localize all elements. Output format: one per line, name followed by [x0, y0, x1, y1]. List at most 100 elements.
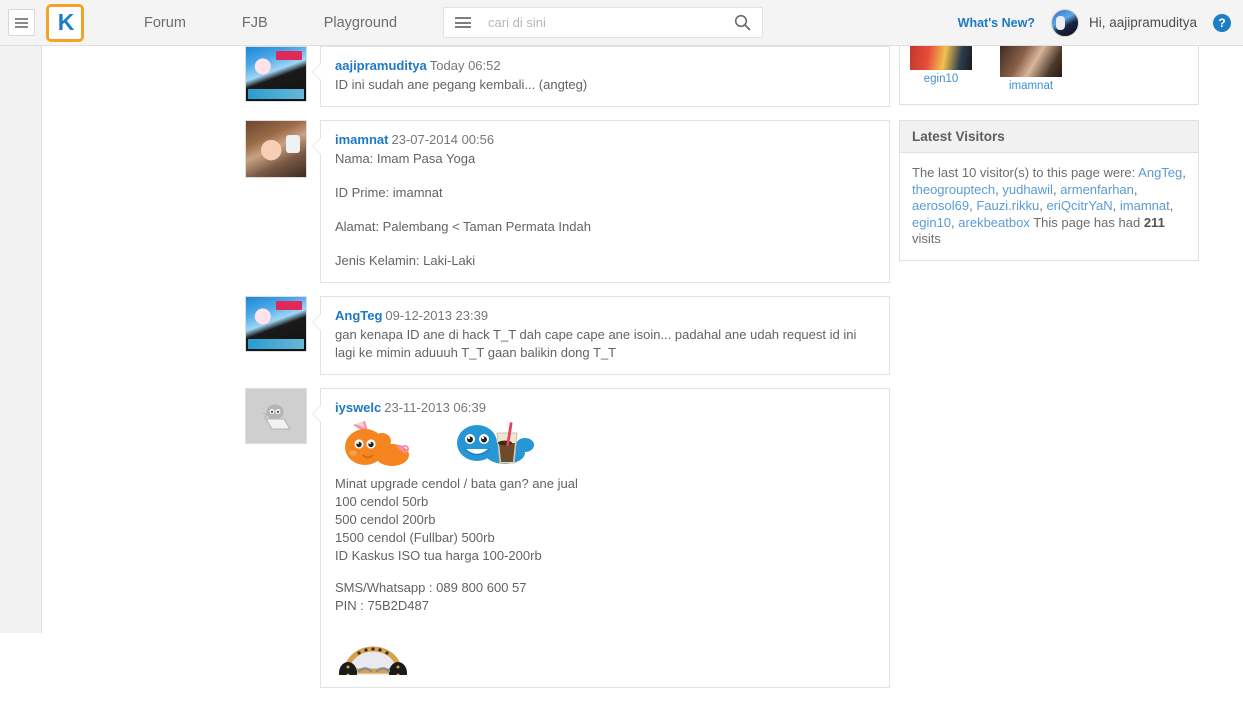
- search-input[interactable]: [482, 9, 723, 36]
- latest-visitors-body: The last 10 visitor(s) to this page were…: [900, 153, 1198, 260]
- cendol-emoticon: [457, 422, 534, 464]
- no-avatar-icon: [262, 404, 291, 430]
- visitor-link[interactable]: eriQcitrYaN: [1046, 198, 1112, 213]
- message-bubble: aajipramuditya Today 06:52 ID ini sudah a…: [312, 46, 890, 107]
- visitor-link[interactable]: egin10: [912, 215, 951, 230]
- visitor-name-link[interactable]: egin10: [910, 73, 972, 85]
- message-line: Minat upgrade cendol / bata gan? ane jua…: [335, 476, 578, 491]
- header-right-cluster: What's New? Hi, aajipramuditya ?: [958, 8, 1243, 37]
- page-body: aajipramuditya Today 06:52 ID ini sudah a…: [0, 46, 1243, 688]
- post-timestamp: 09-12-2013 23:39: [385, 308, 489, 323]
- post-timestamp: 23-07-2014 00:56: [391, 132, 495, 147]
- visits-prefix: This page has had: [1033, 214, 1141, 230]
- avatar[interactable]: [245, 296, 307, 352]
- avatar-image: [910, 46, 972, 70]
- message-body: Minat upgrade cendol / bata gan? ane jua…: [335, 419, 875, 675]
- message-bubble: iyswelc 23-11-2013 06:39 Minat upgrade c…: [312, 388, 890, 688]
- list-item: aajipramuditya Today 06:52 ID ini sudah a…: [245, 46, 890, 107]
- visitor-link[interactable]: yudhawil: [1002, 182, 1053, 197]
- mask-emoticon: [339, 646, 407, 675]
- avatar[interactable]: [245, 46, 307, 102]
- hamburger-icon: [15, 16, 28, 30]
- message-line: SMS/Whatsapp : 089 800 600 57: [335, 580, 527, 595]
- message-line: ID Prime: imamnat: [335, 185, 443, 200]
- message-bubble: imamnat 23-07-2014 00:56 Nama: Imam Pasa …: [312, 120, 890, 283]
- list-item[interactable]: egin10: [910, 46, 972, 92]
- help-icon[interactable]: ?: [1213, 13, 1231, 32]
- site-header: K Forum FJB Playground What's New? Hi, a…: [0, 0, 1243, 46]
- avatar[interactable]: [245, 120, 307, 178]
- message-line: ID ini sudah ane pegang kembali... (angt…: [335, 77, 588, 92]
- visitor-thumbs-box: egin10 imamnat: [899, 46, 1199, 105]
- post-author-link[interactable]: iyswelc: [335, 400, 381, 415]
- message-line: PIN : 75B2D487: [335, 598, 429, 613]
- hamburger-icon: [455, 15, 472, 31]
- avatar-image: [1000, 46, 1062, 77]
- latest-visitors-box: Latest Visitors The last 10 visitor(s) t…: [899, 120, 1199, 261]
- visitor-link[interactable]: aerosol69: [912, 198, 969, 213]
- post-timestamp: Today 06:52: [429, 58, 501, 73]
- post-author-link[interactable]: AngTeg: [335, 308, 382, 323]
- message-body: gan kenapa ID ane di hack T_T dah cape c…: [335, 326, 875, 362]
- visitor-name-link[interactable]: imamnat: [1000, 80, 1062, 92]
- nav-item-forum[interactable]: Forum: [116, 15, 214, 31]
- latest-visitors-title: Latest Visitors: [900, 121, 1198, 153]
- message-meta: iyswelc 23-11-2013 06:39: [335, 399, 875, 417]
- visitor-link[interactable]: imamnat: [1120, 198, 1170, 213]
- nav-item-fjb[interactable]: FJB: [214, 15, 296, 31]
- emoticon-row-bottom: [335, 637, 419, 675]
- message-line: 1500 cendol (Fullbar) 500rb: [335, 530, 495, 545]
- visitor-link[interactable]: theogrouptech: [912, 182, 995, 197]
- main-menu-button[interactable]: [8, 9, 35, 36]
- message-line: Alamat: Palembang < Taman Permata Indah: [335, 219, 591, 234]
- main-nav: Forum FJB Playground: [116, 15, 425, 31]
- bata-emoticon: [345, 421, 409, 466]
- avatar[interactable]: [1050, 8, 1079, 37]
- right-sidebar: egin10 imamnat Latest Visitors The last …: [899, 46, 1199, 276]
- message-line: gan kenapa ID ane di hack T_T dah cape c…: [335, 327, 857, 360]
- message-line: Nama: Imam Pasa Yoga: [335, 151, 476, 166]
- message-bubble: AngTeg 09-12-2013 23:39 gan kenapa ID ane…: [312, 296, 890, 375]
- left-gutter: [0, 46, 42, 633]
- visitor-messages-list: aajipramuditya Today 06:52 ID ini sudah a…: [245, 46, 890, 701]
- visitor-link[interactable]: arekbeatbox: [958, 215, 1030, 230]
- latest-visitors-intro: The last 10 visitor(s) to this page were…: [912, 165, 1136, 180]
- list-item[interactable]: imamnat: [1000, 46, 1062, 92]
- default-avatar-image: [246, 389, 306, 443]
- search-submit-button[interactable]: [722, 8, 762, 37]
- visits-count: 211: [1143, 214, 1165, 230]
- avatar[interactable]: [245, 388, 307, 444]
- visitor-link[interactable]: Fauzi.rikku: [976, 198, 1039, 213]
- message-line: ID Kaskus ISO tua harga 100-200rb: [335, 548, 542, 563]
- whats-new-link[interactable]: What's New?: [958, 16, 1035, 30]
- avatar-image: [246, 121, 306, 177]
- emoticon-row: [335, 419, 875, 471]
- list-item: imamnat 23-07-2014 00:56 Nama: Imam Pasa …: [245, 120, 890, 283]
- message-meta: aajipramuditya Today 06:52: [335, 57, 875, 75]
- message-body: ID ini sudah ane pegang kembali... (angt…: [335, 76, 875, 94]
- avatar-image: [246, 297, 306, 351]
- post-author-link[interactable]: aajipramuditya: [335, 58, 427, 73]
- post-timestamp: 23-11-2013 06:39: [384, 400, 486, 415]
- nav-item-playground[interactable]: Playground: [296, 15, 425, 31]
- user-greeting[interactable]: Hi, aajipramuditya: [1089, 15, 1197, 30]
- search-bar: [443, 7, 764, 38]
- visitor-thumb-list: egin10 imamnat: [900, 46, 1198, 104]
- search-icon: [734, 14, 750, 31]
- visitor-link[interactable]: AngTeg: [1138, 165, 1182, 180]
- list-item: iyswelc 23-11-2013 06:39 Minat upgrade c…: [245, 388, 890, 688]
- logo-letter-k: K: [57, 9, 75, 35]
- search-category-button[interactable]: [444, 8, 482, 37]
- visitor-link[interactable]: armenfarhan: [1060, 182, 1134, 197]
- visits-suffix: visits: [912, 231, 941, 246]
- message-meta: imamnat 23-07-2014 00:56: [335, 131, 875, 149]
- message-body: Nama: Imam Pasa Yoga ID Prime: imamnat A…: [335, 150, 875, 270]
- avatar-image: [246, 47, 306, 101]
- message-line: 500 cendol 200rb: [335, 512, 436, 527]
- message-meta: AngTeg 09-12-2013 23:39: [335, 307, 875, 325]
- message-line: Jenis Kelamin: Laki-Laki: [335, 253, 476, 268]
- post-author-link[interactable]: imamnat: [335, 132, 388, 147]
- kaskus-logo[interactable]: K: [46, 3, 84, 42]
- message-line: 100 cendol 50rb: [335, 494, 429, 509]
